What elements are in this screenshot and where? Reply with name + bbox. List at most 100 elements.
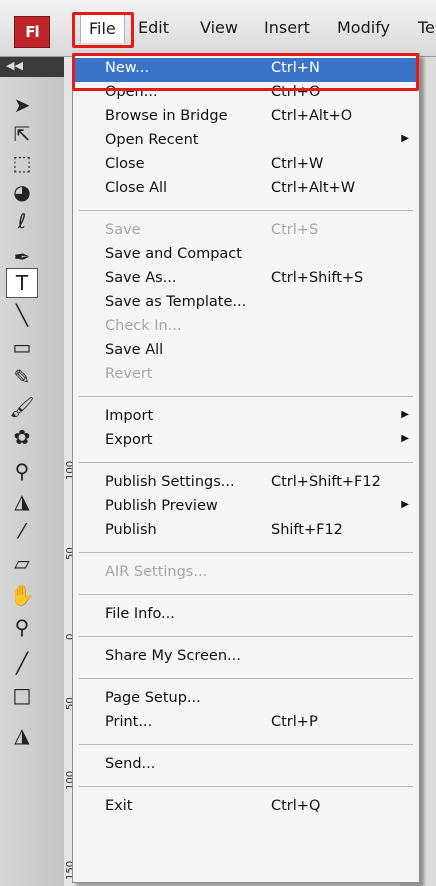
menu-separator xyxy=(79,786,413,787)
menu-item-send[interactable]: Send... xyxy=(73,754,419,778)
menu-item-shortcut: Shift+F12 xyxy=(271,522,343,538)
menu-item-close[interactable]: Close Ctrl+W xyxy=(73,154,419,178)
menu-insert[interactable]: Insert xyxy=(264,14,310,42)
menu-item-shortcut: Ctrl+S xyxy=(271,222,319,238)
menu-item-save-and-compact[interactable]: Save and Compact xyxy=(73,244,419,268)
menu-item-label: Exit xyxy=(105,798,133,814)
menu-item-label: Export xyxy=(105,432,153,448)
submenu-arrow-icon: ▶ xyxy=(401,499,409,510)
menu-item-exit[interactable]: Exit Ctrl+Q xyxy=(73,796,419,820)
app-logo: Fl xyxy=(14,16,50,48)
menu-item-label: Page Setup... xyxy=(105,690,201,706)
menu-item-open-recent[interactable]: Open Recent ▶ xyxy=(73,130,419,154)
menu-item-label: Save as Template... xyxy=(105,294,247,310)
file-menu-dropdown: New... Ctrl+N Open... Ctrl+O Browse in Bridg… xyxy=(72,53,420,883)
menu-item-save-as-template[interactable]: Save as Template... xyxy=(73,292,419,316)
menu-separator xyxy=(79,744,413,745)
menu-item-label: Import xyxy=(105,408,154,424)
stroke-color-icon[interactable]: ╱ xyxy=(6,648,38,678)
menu-item-air-settings: AIR Settings... xyxy=(73,562,419,586)
collapse-icon[interactable]: ◀◀ xyxy=(6,59,23,72)
menu-item-check-in: Check In... xyxy=(73,316,419,340)
menu-item-publish-preview[interactable]: Publish Preview ▶ xyxy=(73,496,419,520)
deco-tool-icon[interactable]: ✿ xyxy=(6,422,38,452)
menu-item-label: Publish Settings... xyxy=(105,474,235,490)
menu-item-label: Publish xyxy=(105,522,157,538)
menu-item-label: File Info... xyxy=(105,606,175,622)
menu-separator xyxy=(79,678,413,679)
menu-text[interactable]: Te xyxy=(418,14,435,42)
menu-item-publish-settings[interactable]: Publish Settings... Ctrl+Shift+F12 xyxy=(73,472,419,496)
line-tool-icon[interactable]: ╲ xyxy=(6,300,38,330)
menu-item-label: Send... xyxy=(105,756,156,772)
menu-item-label: Save xyxy=(105,222,141,238)
3d-rotation-tool-icon[interactable]: ◕ xyxy=(6,177,38,207)
menu-item-label: AIR Settings... xyxy=(105,564,208,580)
menu-item-label: Save and Compact xyxy=(105,246,242,262)
selection-tool-icon[interactable]: ➤ xyxy=(6,90,38,120)
fill-color-icon[interactable]: □ xyxy=(6,680,38,710)
menu-item-label: Revert xyxy=(105,366,153,382)
menu-item-save-as[interactable]: Save As... Ctrl+Shift+S xyxy=(73,268,419,292)
eyedropper-tool-icon[interactable]: ⁄ xyxy=(6,516,38,546)
lasso-tool-icon[interactable]: ℓ xyxy=(6,206,38,236)
tools-panel-header: ◀◀ xyxy=(0,57,64,77)
menu-bar: Fl File Edit View Insert Modify Te xyxy=(0,0,436,57)
bone-tool-icon[interactable]: ⚲ xyxy=(6,456,38,486)
menu-item-shortcut: Ctrl+Shift+S xyxy=(271,270,364,286)
paint-bucket-tool-icon[interactable]: ◮ xyxy=(6,486,38,516)
menu-item-label: Open Recent xyxy=(105,132,199,148)
menu-separator xyxy=(79,636,413,637)
menu-item-shortcut: Ctrl+Alt+O xyxy=(271,108,353,124)
subselection-tool-icon[interactable]: ⇱ xyxy=(6,119,38,149)
menu-separator xyxy=(79,552,413,553)
menu-item-shortcut: Ctrl+Shift+F12 xyxy=(271,474,381,490)
pencil-tool-icon[interactable]: ✎ xyxy=(6,362,38,392)
menu-view[interactable]: View xyxy=(200,14,238,42)
menu-item-revert: Revert xyxy=(73,364,419,388)
menu-item-label: Save All xyxy=(105,342,164,358)
menu-item-file-info[interactable]: File Info... xyxy=(73,604,419,628)
tools-panel: ◀◀ ➤ ⇱ ⬚ ◕ ℓ ✒ T ╲ ▭ ✎ 🖌 ✿ ⚲ ◮ ⁄ ▱ ✋ ⚲ ╱ □ ◮ xyxy=(0,57,65,886)
hand-tool-icon[interactable]: ✋ xyxy=(6,580,38,610)
menu-item-label: Close All xyxy=(105,180,168,196)
menu-item-label: Browse in Bridge xyxy=(105,108,228,124)
menu-item-save-all[interactable]: Save All xyxy=(73,340,419,364)
menu-item-export[interactable]: Export ▶ xyxy=(73,430,419,454)
menu-item-label: Save As... xyxy=(105,270,177,286)
menu-item-browse-in-bridge[interactable]: Browse in Bridge Ctrl+Alt+O xyxy=(73,106,419,130)
menu-item-print[interactable]: Print... Ctrl+P xyxy=(73,712,419,736)
menu-separator xyxy=(79,462,413,463)
free-transform-tool-icon[interactable]: ⬚ xyxy=(6,148,38,178)
menu-separator xyxy=(79,396,413,397)
menu-item-share-my-screen[interactable]: Share My Screen... xyxy=(73,646,419,670)
menu-separator xyxy=(79,210,413,211)
new-item-highlight-box xyxy=(72,53,419,91)
menu-item-import[interactable]: Import ▶ xyxy=(73,406,419,430)
submenu-arrow-icon: ▶ xyxy=(401,433,409,444)
menu-item-close-all[interactable]: Close All Ctrl+Alt+W xyxy=(73,178,419,202)
menu-item-label: Share My Screen... xyxy=(105,648,241,664)
menu-item-label: Print... xyxy=(105,714,153,730)
file-menu-highlight-box xyxy=(72,12,134,48)
menu-item-publish[interactable]: Publish Shift+F12 xyxy=(73,520,419,544)
menu-item-label: Check In... xyxy=(105,318,182,334)
menu-edit[interactable]: Edit xyxy=(138,14,169,42)
menu-item-shortcut: Ctrl+P xyxy=(271,714,318,730)
zoom-tool-icon[interactable]: ⚲ xyxy=(6,612,38,642)
menu-item-label: Close xyxy=(105,156,145,172)
menu-item-shortcut: Ctrl+Alt+W xyxy=(271,180,356,196)
menu-separator xyxy=(79,594,413,595)
menu-item-page-setup[interactable]: Page Setup... xyxy=(73,688,419,712)
menu-item-label: Publish Preview xyxy=(105,498,218,514)
submenu-arrow-icon: ▶ xyxy=(401,133,409,144)
menu-modify[interactable]: Modify xyxy=(337,14,390,42)
menu-item-shortcut: Ctrl+Q xyxy=(271,798,321,814)
submenu-arrow-icon: ▶ xyxy=(401,409,409,420)
brush-tool-icon[interactable]: 🖌 xyxy=(6,392,38,422)
rectangle-tool-icon[interactable]: ▭ xyxy=(6,332,38,362)
text-tool-icon[interactable]: T xyxy=(6,268,38,298)
menu-item-save: Save Ctrl+S xyxy=(73,220,419,244)
paint-bucket-small-icon[interactable]: ◮ xyxy=(6,720,38,750)
eraser-tool-icon[interactable]: ▱ xyxy=(6,548,38,578)
